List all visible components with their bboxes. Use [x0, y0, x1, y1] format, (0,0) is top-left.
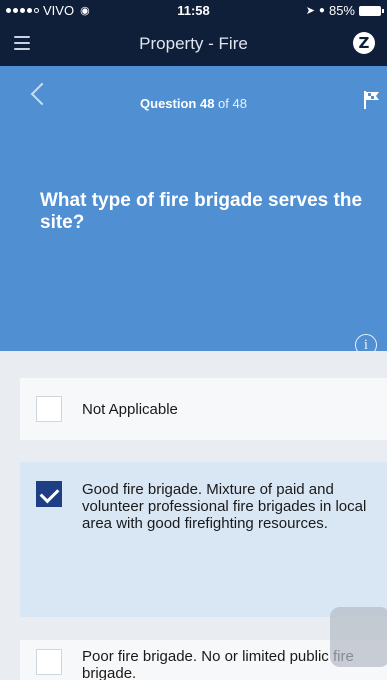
- question-counter-current: Question 48: [140, 96, 215, 111]
- option-not-applicable[interactable]: Not Applicable: [20, 378, 387, 440]
- battery-icon: [359, 5, 384, 16]
- screen: VIVO ◉ 11:58 ➤ ● 85% Property - Fire Z Q…: [0, 0, 387, 680]
- nav-bar: Property - Fire Z: [0, 22, 387, 66]
- nav-title: Property - Fire: [139, 34, 248, 53]
- option-label: Poor fire brigade. No or limited public …: [82, 648, 354, 680]
- question-text: What type of fire brigade serves the sit…: [40, 190, 363, 233]
- option-label: Good fire brigade. Mixture of paid and v…: [82, 481, 367, 532]
- alarm-icon: ●: [318, 5, 325, 16]
- floating-action-button[interactable]: [330, 607, 387, 667]
- location-icon: ➤: [305, 5, 315, 17]
- status-bar: VIVO ◉ 11:58 ➤ ● 85%: [0, 0, 387, 22]
- question-panel: Question 48 of 48 What type of fire brig…: [0, 66, 387, 356]
- option-checkbox[interactable]: [36, 649, 62, 675]
- question-counter-total: of 48: [214, 96, 247, 111]
- option-checkbox[interactable]: [36, 396, 62, 422]
- zurich-logo-icon[interactable]: Z: [353, 32, 375, 54]
- checkmark-icon: [39, 483, 60, 504]
- option-good-fire-brigade[interactable]: Good fire brigade. Mixture of paid and v…: [20, 462, 387, 617]
- option-checkbox-checked[interactable]: [36, 481, 62, 507]
- info-icon[interactable]: i: [355, 334, 377, 356]
- question-counter: Question 48 of 48: [0, 96, 387, 111]
- status-right: ➤ ● 85%: [305, 3, 384, 18]
- option-label: Not Applicable: [82, 401, 178, 418]
- battery-percent: 85%: [328, 3, 355, 18]
- flag-icon[interactable]: [363, 90, 381, 110]
